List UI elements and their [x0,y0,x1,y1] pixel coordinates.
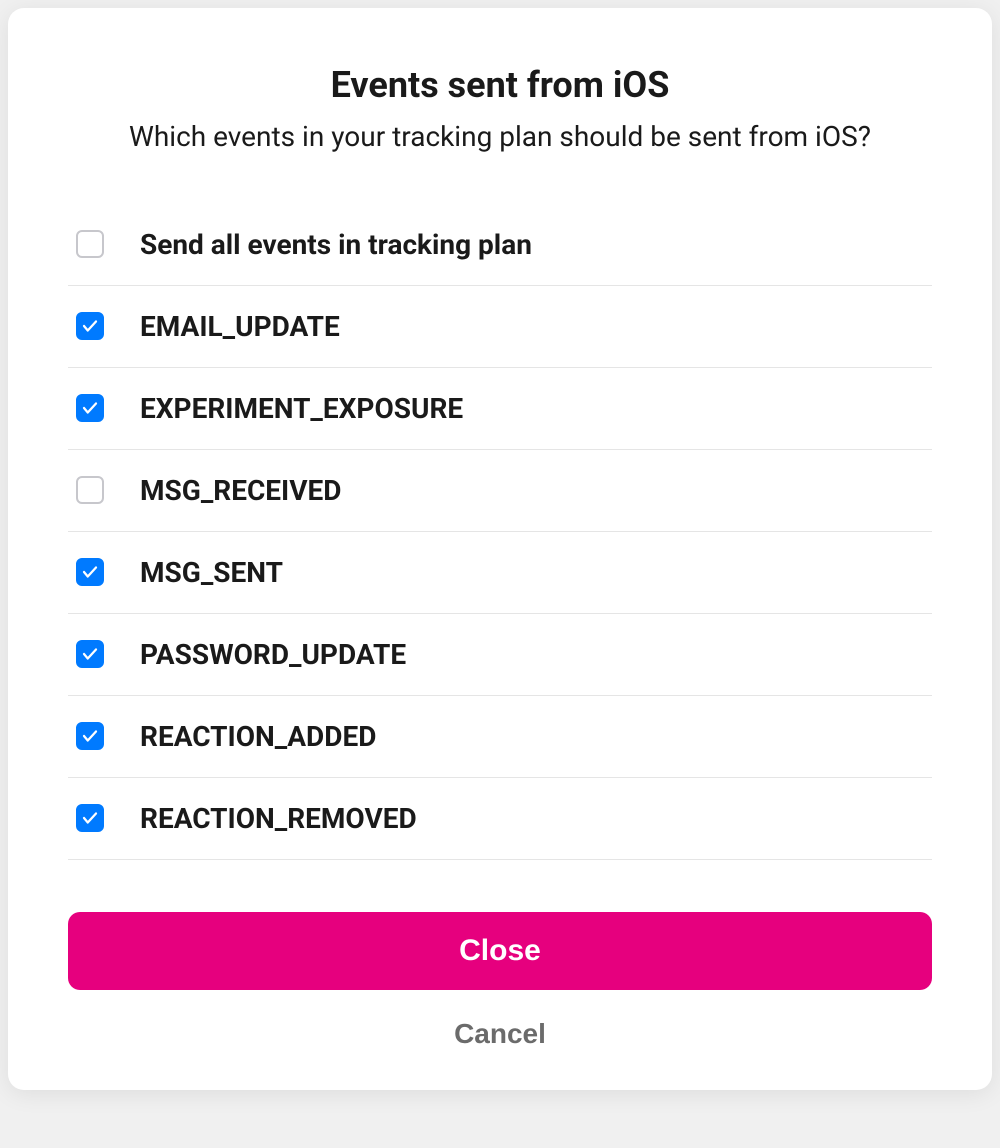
event-label: MSG_RECEIVED [140,474,341,507]
event-label: REACTION_ADDED [140,720,376,753]
event-checkbox[interactable] [76,558,104,586]
cancel-button[interactable]: Cancel [454,1018,546,1050]
event-label: MSG_SENT [140,556,283,589]
modal-actions: Close Cancel [68,912,932,1050]
checkmark-icon [81,399,99,417]
event-checkbox[interactable] [76,476,104,504]
modal-subtitle: Which events in your tracking plan shoul… [70,118,930,156]
select-all-row[interactable]: Send all events in tracking plan [68,204,932,286]
event-checkbox[interactable] [76,394,104,422]
event-row[interactable]: REACTION_REMOVED [68,778,932,860]
modal-title: Events sent from iOS [68,64,932,106]
checkmark-icon [81,809,99,827]
checkmark-icon [81,317,99,335]
event-label: REACTION_REMOVED [140,802,417,835]
event-row[interactable]: PASSWORD_UPDATE [68,614,932,696]
modal-header: Events sent from iOS Which events in you… [68,64,932,156]
event-checkbox[interactable] [76,640,104,668]
event-row[interactable]: MSG_SENT [68,532,932,614]
event-row[interactable]: REACTION_ADDED [68,696,932,778]
event-label: EMAIL_UPDATE [140,310,340,343]
select-all-checkbox[interactable] [76,230,104,258]
checkmark-icon [81,645,99,663]
event-row[interactable]: EXPERIMENT_EXPOSURE [68,368,932,450]
event-label: EXPERIMENT_EXPOSURE [140,392,463,425]
close-button[interactable]: Close [68,912,932,990]
event-row[interactable]: MSG_RECEIVED [68,450,932,532]
checkmark-icon [81,563,99,581]
event-row[interactable]: EMAIL_UPDATE [68,286,932,368]
events-modal: Events sent from iOS Which events in you… [8,8,992,1090]
select-all-label: Send all events in tracking plan [140,228,532,261]
checkmark-icon [81,727,99,745]
event-checkbox[interactable] [76,312,104,340]
event-checkbox[interactable] [76,804,104,832]
event-label: PASSWORD_UPDATE [140,638,406,671]
event-list: Send all events in tracking plan EMAIL_U… [68,204,932,860]
event-checkbox[interactable] [76,722,104,750]
